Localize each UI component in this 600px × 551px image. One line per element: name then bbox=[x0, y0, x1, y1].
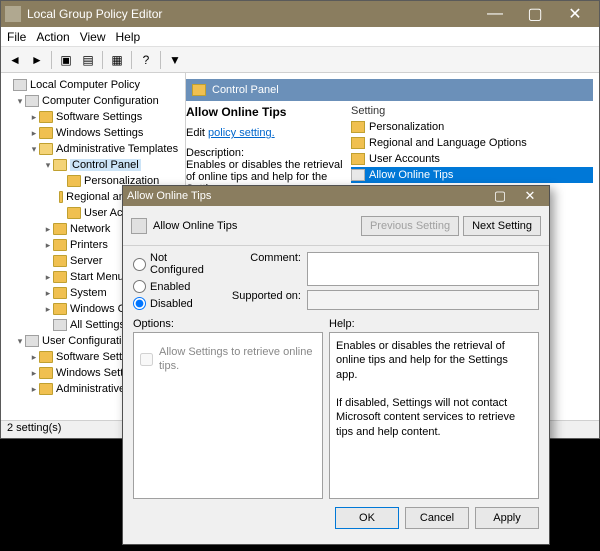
ok-button[interactable]: OK bbox=[335, 507, 399, 529]
folder-icon bbox=[53, 239, 67, 251]
folder-icon bbox=[39, 367, 53, 379]
toolbar: ◄ ► ▣ ▤ ▦ ? ▼ bbox=[1, 47, 599, 73]
tree-control-panel[interactable]: Control Panel bbox=[70, 159, 141, 171]
policy-icon bbox=[13, 79, 27, 91]
folder-icon bbox=[39, 351, 53, 363]
menu-file[interactable]: File bbox=[7, 30, 26, 44]
tree-admin-templates[interactable]: Administrative Templates bbox=[56, 143, 178, 155]
radio-disabled[interactable]: Disabled bbox=[133, 297, 223, 310]
filter-button[interactable]: ▼ bbox=[165, 50, 185, 70]
settings-icon bbox=[53, 319, 67, 331]
tree-network[interactable]: Network bbox=[70, 223, 110, 235]
folder-icon bbox=[53, 223, 67, 235]
list-item-selected[interactable]: Allow Online Tips bbox=[369, 169, 453, 181]
back-button[interactable]: ◄ bbox=[5, 50, 25, 70]
forward-button[interactable]: ► bbox=[27, 50, 47, 70]
export-list-button[interactable]: ▦ bbox=[107, 50, 127, 70]
folder-icon bbox=[67, 175, 81, 187]
options-panel: Allow Settings to retrieve online tips. bbox=[133, 332, 323, 499]
folder-icon bbox=[53, 255, 67, 267]
folder-icon bbox=[351, 137, 365, 149]
folder-icon bbox=[39, 127, 53, 139]
folder-icon bbox=[39, 111, 53, 123]
comment-field[interactable] bbox=[307, 252, 539, 286]
folder-icon bbox=[351, 153, 365, 165]
tree-user-config[interactable]: User Configuration bbox=[42, 335, 134, 347]
tree-software-settings[interactable]: Software Settings bbox=[56, 111, 142, 123]
titlebar[interactable]: Local Group Policy Editor — ▢ ✕ bbox=[1, 1, 599, 27]
options-label: Options: bbox=[133, 318, 323, 330]
column-header-setting[interactable]: Setting bbox=[351, 105, 593, 117]
folder-icon bbox=[192, 84, 206, 96]
apply-button[interactable]: Apply bbox=[475, 507, 539, 529]
setting-icon bbox=[131, 218, 147, 234]
status-text: 2 setting(s) bbox=[7, 422, 61, 434]
tree-all-settings[interactable]: All Settings bbox=[70, 319, 125, 331]
dialog-titlebar[interactable]: Allow Online Tips ▢ ✕ bbox=[123, 186, 549, 206]
breadcrumb-label: Control Panel bbox=[212, 84, 279, 96]
selected-policy-title: Allow Online Tips bbox=[186, 105, 345, 119]
help-button[interactable]: ? bbox=[136, 50, 156, 70]
menu-action[interactable]: Action bbox=[36, 30, 69, 44]
description-label: Description: bbox=[186, 147, 345, 159]
breadcrumb: Control Panel bbox=[186, 79, 593, 101]
dialog-maximize-button[interactable]: ▢ bbox=[485, 186, 515, 206]
help-text: Enables or disables the retrieval of onl… bbox=[336, 339, 532, 382]
edit-policy-link[interactable]: policy setting. bbox=[208, 127, 275, 139]
tree-server[interactable]: Server bbox=[70, 255, 102, 267]
options-text: Allow Settings to retrieve online tips. bbox=[159, 345, 316, 374]
maximize-button[interactable]: ▢ bbox=[515, 1, 555, 27]
tree-system[interactable]: System bbox=[70, 287, 107, 299]
tree-printers[interactable]: Printers bbox=[70, 239, 108, 251]
app-icon bbox=[5, 6, 21, 22]
policy-icon bbox=[25, 335, 39, 347]
radio-enabled[interactable]: Enabled bbox=[133, 280, 223, 293]
policy-icon bbox=[25, 95, 39, 107]
tree-root[interactable]: Local Computer Policy bbox=[30, 79, 140, 91]
minimize-button[interactable]: — bbox=[475, 1, 515, 27]
supported-on-label: Supported on: bbox=[231, 290, 301, 310]
list-item[interactable]: Personalization bbox=[369, 121, 444, 133]
folder-icon bbox=[53, 159, 67, 171]
folder-icon bbox=[53, 287, 67, 299]
policy-dialog: Allow Online Tips ▢ ✕ Allow Online Tips … bbox=[122, 185, 550, 545]
comment-label: Comment: bbox=[231, 252, 301, 286]
edit-prefix: Edit bbox=[186, 127, 208, 139]
folder-icon bbox=[53, 271, 67, 283]
dialog-close-button[interactable]: ✕ bbox=[515, 186, 545, 206]
folder-icon bbox=[59, 191, 63, 203]
radio-not-configured[interactable]: Not Configured bbox=[133, 252, 223, 276]
menubar: File Action View Help bbox=[1, 27, 599, 47]
help-text: If disabled, Settings will not contact M… bbox=[336, 396, 532, 439]
supported-on-field bbox=[307, 290, 539, 310]
cancel-button[interactable]: Cancel bbox=[405, 507, 469, 529]
tree-computer-config[interactable]: Computer Configuration bbox=[42, 95, 159, 107]
list-item[interactable]: User Accounts bbox=[369, 153, 440, 165]
close-button[interactable]: ✕ bbox=[555, 1, 595, 27]
previous-setting-button[interactable]: Previous Setting bbox=[361, 216, 459, 236]
menu-view[interactable]: View bbox=[80, 30, 106, 44]
folder-icon bbox=[39, 143, 53, 155]
dialog-title: Allow Online Tips bbox=[127, 190, 485, 202]
window-title: Local Group Policy Editor bbox=[27, 7, 475, 21]
folder-icon bbox=[53, 303, 67, 315]
list-item[interactable]: Regional and Language Options bbox=[369, 137, 527, 149]
allow-tips-checkbox bbox=[140, 353, 153, 366]
help-panel: Enables or disables the retrieval of onl… bbox=[329, 332, 539, 499]
setting-icon bbox=[351, 169, 365, 181]
folder-icon bbox=[39, 383, 53, 395]
menu-help[interactable]: Help bbox=[116, 30, 141, 44]
dialog-header: Allow Online Tips bbox=[153, 220, 357, 232]
tree-windows-settings[interactable]: Windows Settings bbox=[56, 127, 143, 139]
help-label: Help: bbox=[329, 318, 539, 330]
folder-icon bbox=[67, 207, 81, 219]
folder-icon bbox=[351, 121, 365, 133]
next-setting-button[interactable]: Next Setting bbox=[463, 216, 541, 236]
up-button[interactable]: ▣ bbox=[56, 50, 76, 70]
show-hide-tree-button[interactable]: ▤ bbox=[78, 50, 98, 70]
